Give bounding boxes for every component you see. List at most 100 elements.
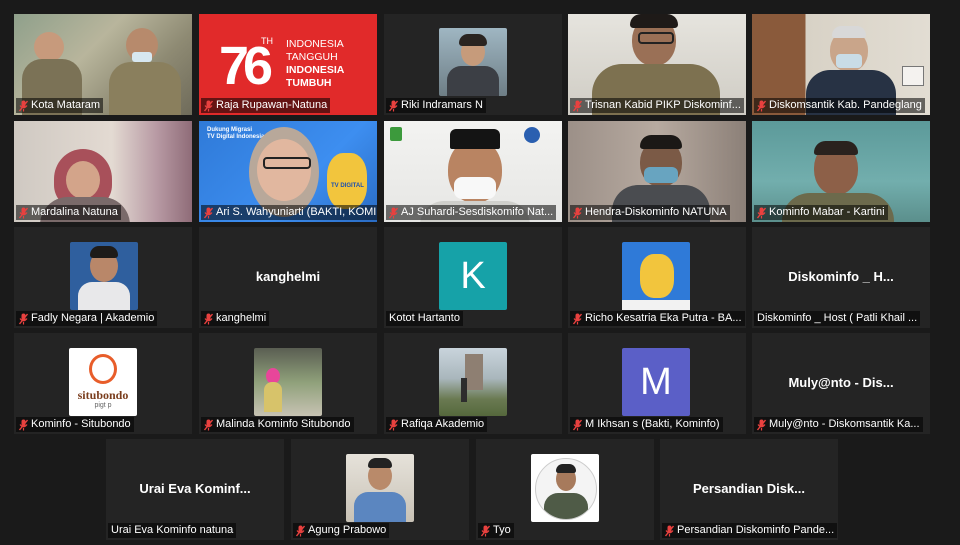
video-tile-kotot-hartanto[interactable]: K Kotot Hartanto <box>384 227 562 328</box>
participant-initial-avatar: K <box>439 242 507 310</box>
video-tile-trisnan[interactable]: Trisnan Kabid PIKP Diskominf... <box>568 14 746 115</box>
mic-muted-icon <box>389 419 398 431</box>
participant-name: Trisnan Kabid PIKP Diskominf... <box>585 99 741 111</box>
participant-name: Diskominfo _ Host ( Patli Khail ... <box>757 312 918 324</box>
participant-nameplate: Kotot Hartanto <box>386 311 463 326</box>
video-tile-persandian[interactable]: Persandian Disk... Persandian Diskominfo… <box>660 439 838 540</box>
participant-nameplate: Diskominfo _ Host ( Patli Khail ... <box>754 311 921 326</box>
video-tile-diskominfo-host[interactable]: Diskominfo _ H... Diskominfo _ Host ( Pa… <box>752 227 930 328</box>
mic-muted-icon <box>19 207 28 219</box>
mic-muted-icon <box>204 313 213 325</box>
participant-nameplate: Tyo <box>478 523 514 538</box>
participant-name: Agung Prabowo <box>308 524 387 536</box>
video-tile-riki-indramars[interactable]: Riki Indramars N <box>384 14 562 115</box>
participant-display-name: kanghelmi <box>255 269 321 284</box>
participant-nameplate: Kota Mataram <box>16 98 104 113</box>
video-tile-kota-mataram[interactable]: Kota Mataram <box>14 14 192 115</box>
participant-name: Malinda Kominfo Situbondo <box>216 418 351 430</box>
mic-muted-icon <box>204 207 213 219</box>
video-tile-urai-eva[interactable]: Urai Eva Kominf... Urai Eva Kominfo natu… <box>106 439 284 540</box>
video-tile-ari-wahyuniarti[interactable]: Dukung Migrasi TV Digital Indonesia TV D… <box>199 121 377 222</box>
participant-initial-avatar: M <box>622 348 690 416</box>
participant-nameplate: Trisnan Kabid PIKP Diskominf... <box>570 98 744 113</box>
participant-nameplate: Kominfo Mabar - Kartini <box>754 205 888 220</box>
participant-name: Richo Kesatria Eka Putra - BA... <box>585 312 742 324</box>
mic-muted-icon <box>573 207 582 219</box>
video-tile-diskomsantik-pandeglang[interactable]: Diskomsantik Kab. Pandeglang <box>752 14 930 115</box>
mic-muted-icon <box>573 313 582 325</box>
slide-line1: Dukung Migrasi <box>207 127 253 133</box>
video-tile-malinda[interactable]: Malinda Kominfo Situbondo <box>199 333 377 434</box>
video-tile-aj-suhardi[interactable]: AJ Suhardi-Sesdiskomifo Nat... <box>384 121 562 222</box>
participant-display-name: Diskominfo _ H... <box>788 269 894 284</box>
participant-avatar <box>439 28 507 96</box>
participant-nameplate: Ari S. Wahyuniarti (BAKTI, KOMIN... <box>201 205 377 220</box>
participant-nameplate: M Ikhsan s (Bakti, Kominfo) <box>570 417 723 432</box>
participant-display-name: Urai Eva Kominf... <box>139 481 251 496</box>
video-tile-kominfo-mabar[interactable]: Kominfo Mabar - Kartini <box>752 121 930 222</box>
video-tile-raja-rupawan[interactable]: 7 6 TH INDONESIA TANGGUH INDONESIA TUMBU… <box>199 14 377 115</box>
participant-avatar <box>346 454 414 522</box>
participant-nameplate: Muly@nto - Diskomsantik Ka... <box>754 417 923 432</box>
mic-muted-icon <box>19 100 28 112</box>
banner-line1: INDONESIA <box>286 38 344 50</box>
video-tile-mulyanto[interactable]: Muly@nto - Dis... Muly@nto - Diskomsanti… <box>752 333 930 434</box>
participant-nameplate: Diskomsantik Kab. Pandeglang <box>754 98 925 113</box>
mic-muted-icon <box>573 419 582 431</box>
participant-avatar <box>622 242 690 310</box>
video-tile-kominfo-situbondo[interactable]: situbondo pigt p Kominfo - Situbondo <box>14 333 192 434</box>
video-tile-fadly-negara[interactable]: Fadly Negara | Akademio <box>14 227 192 328</box>
mic-muted-icon <box>204 419 213 431</box>
banner-line2: TANGGUH <box>286 51 338 63</box>
participant-avatar <box>254 348 322 416</box>
participant-name: Rafiqa Akademio <box>401 418 485 430</box>
mic-muted-icon <box>296 525 305 537</box>
participant-nameplate: Hendra-Diskominfo NATUNA <box>570 205 730 220</box>
participant-nameplate: Urai Eva Kominfo natuna <box>108 523 237 538</box>
participant-name: Diskomsantik Kab. Pandeglang <box>769 99 922 111</box>
mic-muted-icon <box>665 525 674 537</box>
participant-name: Raja Rupawan-Natuna <box>216 99 328 111</box>
video-tile-hendra[interactable]: Hendra-Diskominfo NATUNA <box>568 121 746 222</box>
tv-mascot <box>327 153 367 209</box>
participant-display-name: Persandian Disk... <box>693 481 805 496</box>
banner-th: TH <box>261 36 273 46</box>
participant-avatar <box>70 242 138 310</box>
mic-muted-icon <box>757 207 766 219</box>
mic-muted-icon <box>19 313 28 325</box>
participant-nameplate: Richo Kesatria Eka Putra - BA... <box>570 311 745 326</box>
video-tile-mardalina[interactable]: Mardalina Natuna <box>14 121 192 222</box>
participant-nameplate: Malinda Kominfo Situbondo <box>201 417 354 432</box>
participant-name: AJ Suhardi-Sesdiskomifo Nat... <box>401 206 554 218</box>
participant-name: Kotot Hartanto <box>389 312 460 324</box>
participant-name: M Ikhsan s (Bakti, Kominfo) <box>585 418 720 430</box>
video-tile-agung-prabowo[interactable]: Agung Prabowo <box>291 439 469 540</box>
participant-name: Riki Indramars N <box>401 99 483 111</box>
mic-muted-icon <box>481 525 490 537</box>
participant-avatar <box>439 348 507 416</box>
logo-subtext: pigt p <box>94 402 112 409</box>
participant-name: Muly@nto - Diskomsantik Ka... <box>769 418 920 430</box>
mic-muted-icon <box>757 100 766 112</box>
participant-name: Kominfo - Situbondo <box>31 418 131 430</box>
participant-name: Tyo <box>493 524 511 536</box>
participant-nameplate: Fadly Negara | Akademio <box>16 311 158 326</box>
video-tile-tyo[interactable]: Tyo <box>476 439 654 540</box>
video-tile-richo-kesatria[interactable]: Richo Kesatria Eka Putra - BA... <box>568 227 746 328</box>
participant-name: Persandian Diskominfo Pande... <box>677 524 835 536</box>
situbondo-logo: situbondo pigt p <box>69 348 137 416</box>
participant-name: Kominfo Mabar - Kartini <box>769 206 885 218</box>
participant-name: Ari S. Wahyuniarti (BAKTI, KOMIN... <box>216 206 377 218</box>
participant-nameplate: kanghelmi <box>201 311 270 326</box>
video-tile-m-ikhsan[interactable]: M M Ikhsan s (Bakti, Kominfo) <box>568 333 746 434</box>
participant-nameplate: Persandian Diskominfo Pande... <box>662 523 838 538</box>
video-tile-rafiqa[interactable]: Rafiqa Akademio <box>384 333 562 434</box>
mic-muted-icon <box>204 100 213 112</box>
participant-name: Urai Eva Kominfo natuna <box>111 524 234 536</box>
participant-avatar <box>531 454 599 522</box>
mic-muted-icon <box>757 419 766 431</box>
participant-nameplate: Raja Rupawan-Natuna <box>201 98 331 113</box>
participant-nameplate: Riki Indramars N <box>386 98 486 113</box>
mic-muted-icon <box>389 207 398 219</box>
video-tile-kanghelmi[interactable]: kanghelmi kanghelmi <box>199 227 377 328</box>
